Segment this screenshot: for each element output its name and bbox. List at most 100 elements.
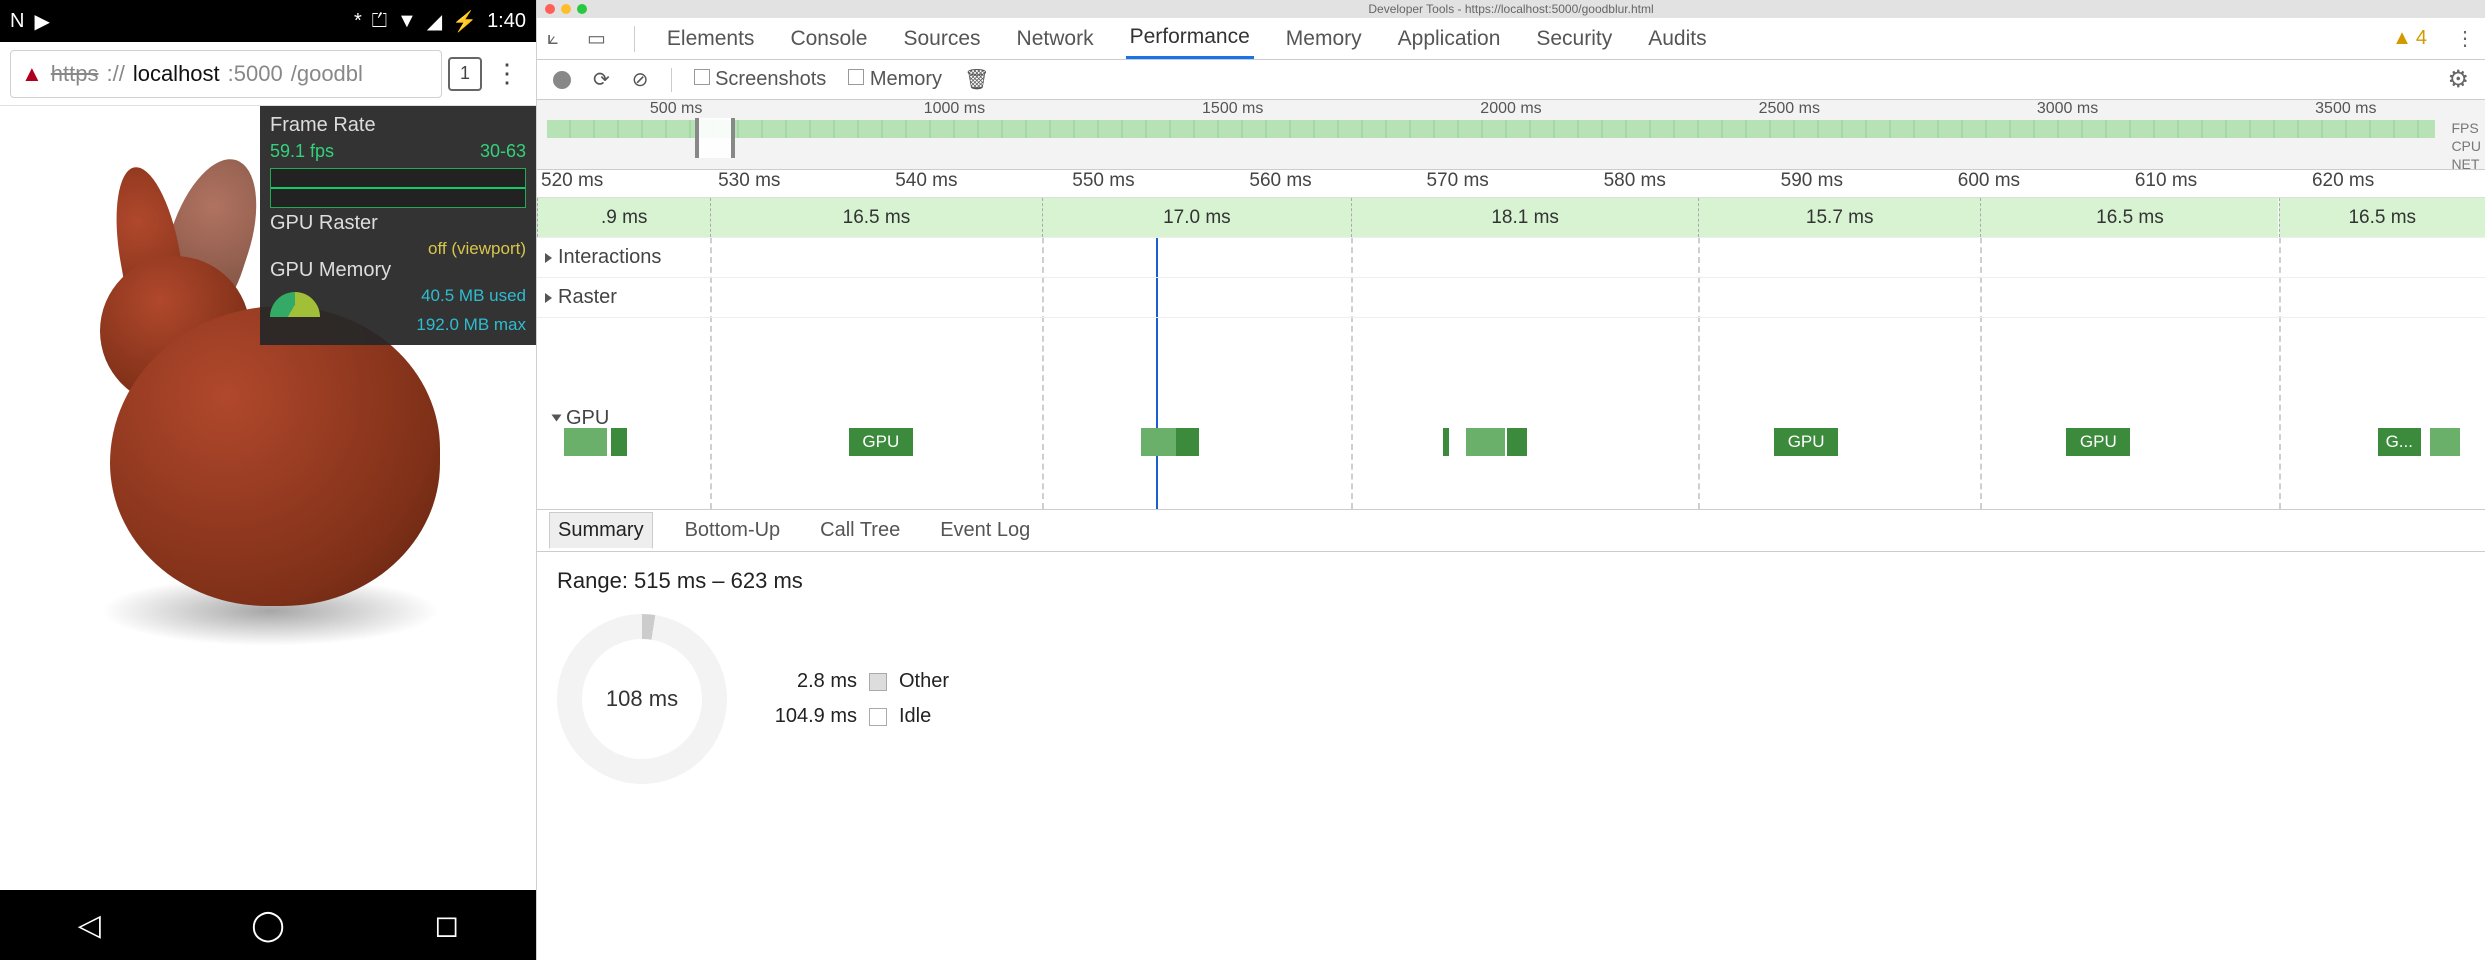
clear-button[interactable]: ⊘: [632, 67, 649, 92]
frame-segment[interactable]: 16.5 ms: [1980, 198, 2278, 237]
devtools-window: Developer Tools - https://localhost:5000…: [537, 0, 2485, 960]
gpu-block[interactable]: G...: [2378, 428, 2421, 456]
gpu-block[interactable]: [564, 428, 607, 456]
gpu-block[interactable]: [611, 428, 627, 456]
legend-time: 2.8 ms: [767, 670, 857, 693]
flame-tick: 600 ms: [1954, 170, 2131, 197]
gpu-block[interactable]: [1176, 428, 1199, 456]
tab-call-tree[interactable]: Call Tree: [812, 513, 908, 548]
tab-event-log[interactable]: Event Log: [932, 513, 1038, 548]
overview-fps-track: [547, 120, 2435, 138]
nav-recents-button[interactable]: ◻: [427, 908, 467, 943]
tab-count-button[interactable]: 1: [448, 57, 482, 91]
tab-network[interactable]: Network: [1013, 18, 1098, 59]
url-scheme: https: [51, 61, 99, 87]
tab-application[interactable]: Application: [1394, 18, 1505, 59]
raster-row[interactable]: Raster: [537, 278, 2485, 318]
gpu-raster-value: off (viewport): [428, 239, 526, 259]
legend-time: 104.9 ms: [767, 705, 857, 728]
gpu-block[interactable]: [1507, 428, 1526, 456]
android-nav-bar: ◁ ◯ ◻: [0, 890, 536, 960]
url-sep: ://: [106, 61, 124, 87]
window-traffic-lights[interactable]: [537, 4, 587, 14]
summary-donut: 108 ms: [557, 614, 727, 784]
screenshots-checkbox[interactable]: Screenshots: [694, 68, 827, 91]
flame-tick: 590 ms: [1777, 170, 1954, 197]
tab-memory[interactable]: Memory: [1282, 18, 1366, 59]
legend-label: Idle: [899, 705, 931, 728]
gpu-block[interactable]: [1443, 428, 1449, 456]
gpu-block[interactable]: [2430, 428, 2459, 456]
frame-segment[interactable]: .9 ms: [537, 198, 710, 237]
flame-tick: 560 ms: [1245, 170, 1422, 197]
tab-performance[interactable]: Performance: [1126, 18, 1254, 59]
url-host: localhost: [133, 61, 220, 87]
frame-segment[interactable]: 17.0 ms: [1042, 198, 1352, 237]
gpu-memory-used: 40.5 MB used: [421, 286, 526, 311]
android-status-bar: N ▶ * ⏍ ▼ ◢ ⚡ 1:40: [0, 0, 536, 42]
frame-segment[interactable]: 18.1 ms: [1351, 198, 1698, 237]
tab-sources[interactable]: Sources: [900, 18, 985, 59]
gpu-block[interactable]: [1141, 428, 1176, 456]
memory-checkbox[interactable]: Memory: [848, 68, 942, 91]
flame-tick: 550 ms: [1068, 170, 1245, 197]
gpu-row[interactable]: GPU GPU GPU GPU G...: [537, 318, 2485, 518]
wifi-icon: ▼: [397, 10, 417, 33]
gpu-block[interactable]: GPU: [2066, 428, 2130, 456]
interactions-row[interactable]: Interactions: [537, 238, 2485, 278]
url-bar[interactable]: ▲ https://localhost:5000/goodbl: [10, 50, 442, 98]
performance-toolbar: ⟳ ⊘ Screenshots Memory 🗑 ⚙: [537, 60, 2485, 100]
flame-tick: 520 ms: [537, 170, 714, 197]
nav-home-button[interactable]: ◯: [248, 908, 288, 943]
tab-audits[interactable]: Audits: [1644, 18, 1710, 59]
gpu-block[interactable]: GPU: [1774, 428, 1838, 456]
frame-segment[interactable]: 16.5 ms: [2279, 198, 2485, 237]
overflow-menu-button[interactable]: ⋮: [488, 58, 526, 89]
record-button[interactable]: [553, 71, 571, 89]
raster-label: Raster: [558, 286, 617, 309]
warnings-badge[interactable]: ▲ 4: [2392, 27, 2427, 50]
tab-console[interactable]: Console: [786, 18, 871, 59]
tab-security[interactable]: Security: [1532, 18, 1616, 59]
frames-row[interactable]: Frames .9 ms 16.5 ms 17.0 ms 18.1 ms 15.…: [537, 198, 2485, 238]
gc-button[interactable]: 🗑: [964, 67, 989, 92]
flame-ruler: 520 ms 530 ms 540 ms 550 ms 560 ms 570 m…: [537, 170, 2485, 198]
summary-total: 108 ms: [606, 686, 678, 712]
settings-gear-icon[interactable]: ⚙: [2447, 65, 2469, 94]
gpu-block[interactable]: [1466, 428, 1505, 456]
frame-segment[interactable]: 16.5 ms: [710, 198, 1041, 237]
insecure-warning-icon: ▲: [21, 61, 43, 87]
device-toolbar-icon[interactable]: ▭: [587, 26, 606, 51]
tab-bottom-up[interactable]: Bottom-Up: [677, 513, 789, 548]
minimize-window-icon[interactable]: [561, 4, 571, 14]
gpu-memory-pie-icon: [270, 292, 320, 317]
close-window-icon[interactable]: [545, 4, 555, 14]
status-icon: N: [10, 10, 24, 33]
flame-tick: 580 ms: [1600, 170, 1777, 197]
performance-overview[interactable]: 500 ms 1000 ms 1500 ms 2000 ms 2500 ms 3…: [537, 100, 2485, 170]
bluetooth-icon: *: [354, 10, 362, 33]
battery-icon: ⚡: [452, 9, 477, 34]
flame-tick: 570 ms: [1422, 170, 1599, 197]
legend-swatch-icon: [869, 708, 887, 726]
chrome-fps-overlay: Frame Rate 59.1 fps 30-63 GPU Raster off…: [260, 106, 536, 345]
legend-row-other: 2.8 ms Other: [767, 670, 949, 693]
flame-chart[interactable]: 520 ms 530 ms 540 ms 550 ms 560 ms 570 m…: [537, 170, 2485, 510]
legend-row-idle: 104.9 ms Idle: [767, 705, 949, 728]
tab-elements[interactable]: Elements: [663, 18, 759, 59]
overview-selection-handle[interactable]: [695, 118, 735, 158]
inspect-element-icon[interactable]: ⟀: [547, 27, 559, 50]
frame-segment[interactable]: 15.7 ms: [1698, 198, 1980, 237]
window-titlebar: Developer Tools - https://localhost:5000…: [537, 0, 2485, 18]
devtools-menu-icon[interactable]: ⋮: [2455, 26, 2475, 51]
gpu-block[interactable]: GPU: [849, 428, 913, 456]
zoom-window-icon[interactable]: [577, 4, 587, 14]
flame-tick: 620 ms: [2308, 170, 2485, 197]
signal-icon: ◢: [427, 9, 442, 34]
reload-record-button[interactable]: ⟳: [593, 67, 610, 92]
overview-tick: 3500 ms: [2207, 100, 2485, 120]
nav-back-button[interactable]: ◁: [69, 908, 109, 943]
clock-text: 1:40: [487, 10, 526, 33]
flame-tick: 540 ms: [891, 170, 1068, 197]
status-icon: ▶: [34, 9, 49, 34]
